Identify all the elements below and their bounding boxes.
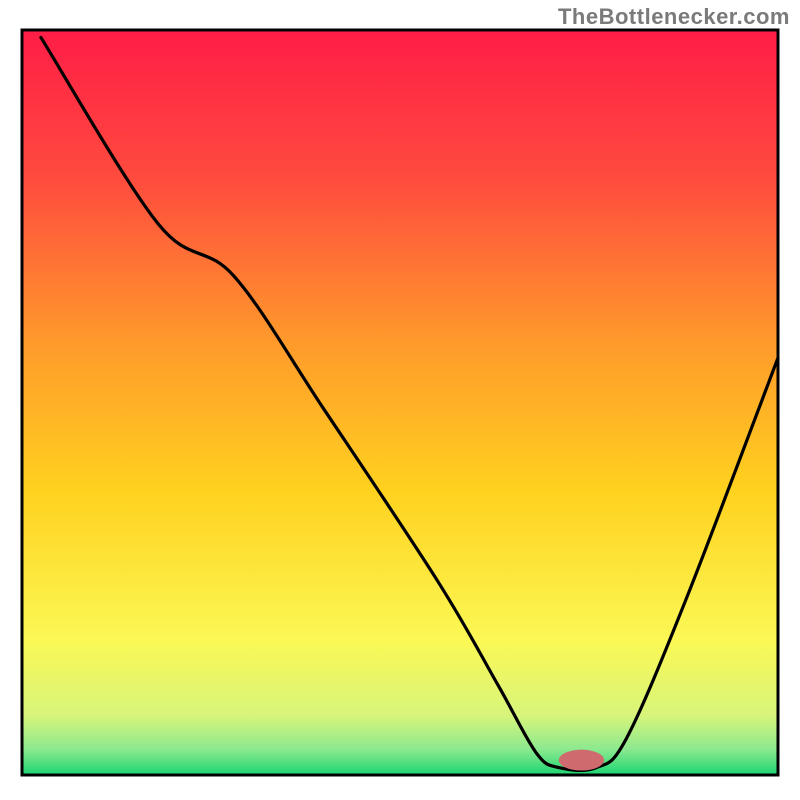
gradient-background [22,30,778,775]
optimal-marker [559,750,604,771]
chart-container: TheBottlenecker.com [0,0,800,800]
watermark-label: TheBottlenecker.com [558,4,790,30]
bottleneck-chart [0,0,800,800]
